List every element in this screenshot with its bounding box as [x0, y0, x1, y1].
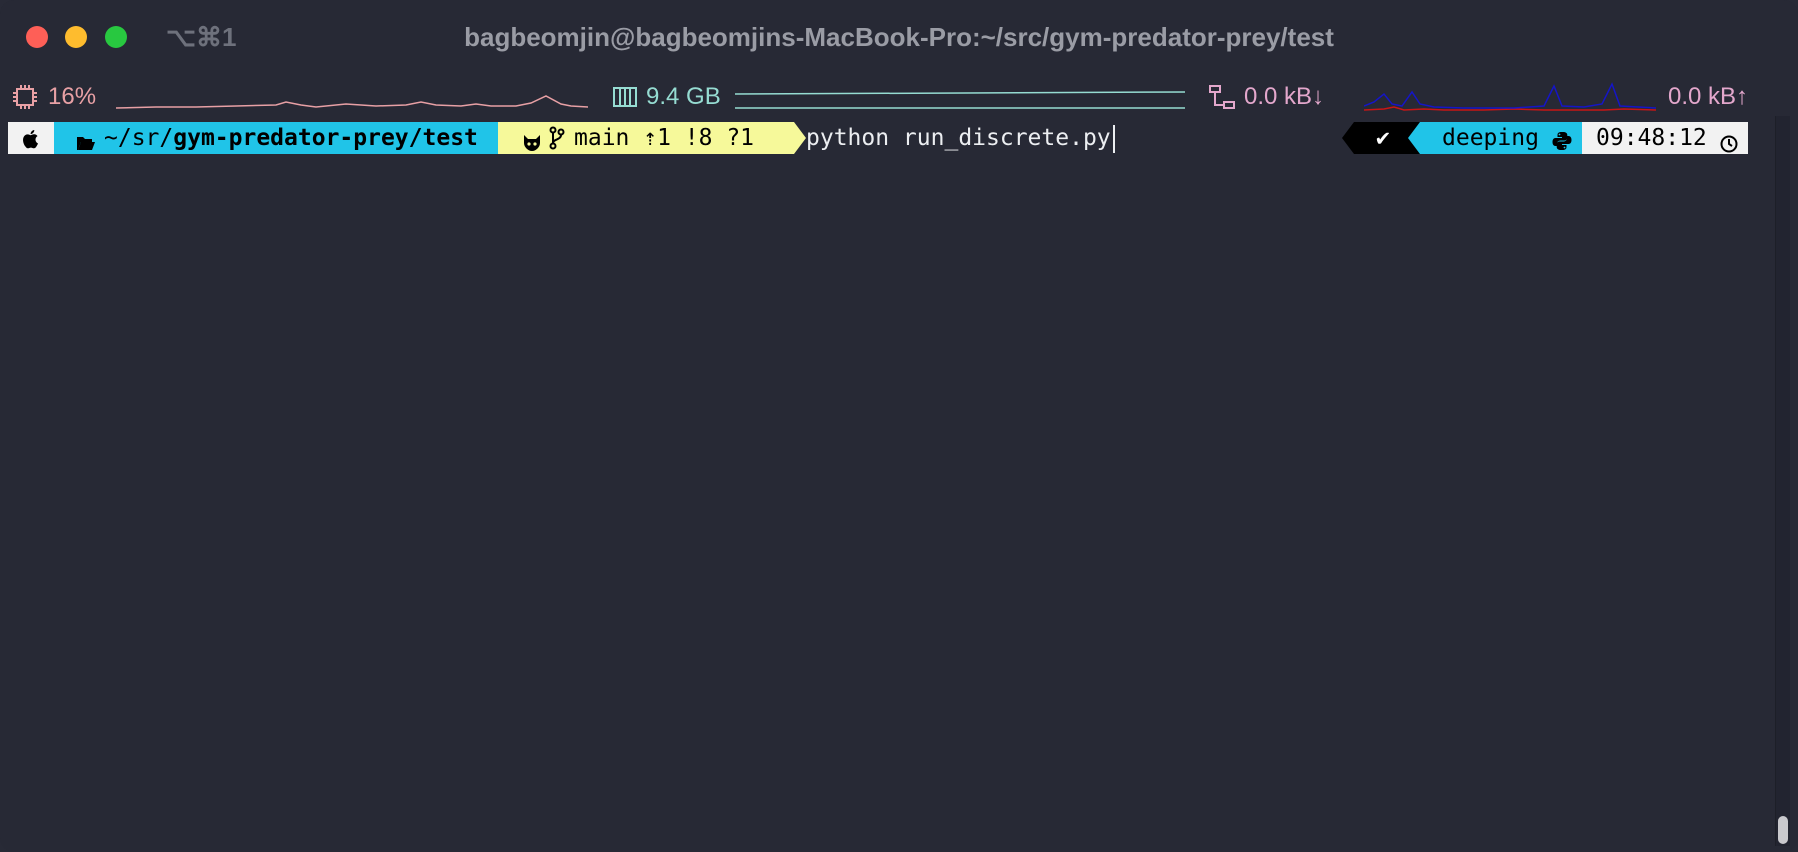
network-up: 0.0 kB↑: [1668, 83, 1749, 110]
cpu-usage: 16%: [48, 83, 97, 110]
python-icon: [1552, 128, 1572, 160]
conda-env-segment: deeping: [1420, 122, 1582, 154]
cpu-graph: [116, 95, 588, 109]
path-current: gym-predator-prey/test: [173, 125, 478, 151]
title-bar: ⌥⌘1 bagbeomjin@bagbeomjins-MacBook-Pro:~…: [0, 0, 1798, 74]
folder-open-icon: [76, 129, 96, 161]
git-status: ⇡1 !8 ?1: [643, 125, 755, 151]
status-bar: 16% 9.4 GB 0.0 kB↓ 0.0 kB↑: [0, 78, 1798, 114]
command-input[interactable]: python run_discrete.py: [806, 122, 1115, 154]
memory-usage: 9.4 GB: [646, 83, 721, 110]
text-cursor: [1112, 124, 1115, 153]
time-segment: 09:48:12: [1582, 122, 1748, 154]
command-text: python run_discrete.py: [806, 125, 1111, 151]
memory-icon: [612, 84, 638, 115]
network-down: 0.0 kB↓: [1244, 83, 1325, 110]
network-icon: [1208, 84, 1236, 117]
clock-time: 09:48:12: [1596, 125, 1707, 151]
conda-env-name: deeping: [1442, 125, 1539, 151]
cpu-icon: [12, 84, 38, 115]
github-icon: [522, 129, 542, 161]
path-prefix: ~/sr/: [104, 125, 174, 151]
clock-icon: [1720, 130, 1738, 162]
scrollbar[interactable]: [1775, 116, 1790, 846]
terminal-window: ⌥⌘1 bagbeomjin@bagbeomjins-MacBook-Pro:~…: [0, 0, 1798, 852]
git-branch-name: main: [574, 125, 630, 151]
scrollbar-thumb[interactable]: [1778, 816, 1788, 844]
git-segment: main ⇡1 !8 ?1: [498, 122, 794, 154]
network-graph: [1364, 82, 1656, 111]
window-title: bagbeomjin@bagbeomjins-MacBook-Pro:~/src…: [464, 22, 1334, 52]
apple-icon: [20, 127, 42, 159]
prompt-line: ~/sr/gym-predator-prey/test main ⇡1 !8 ?…: [8, 122, 1748, 154]
path-segment: ~/sr/gym-predator-prey/test: [54, 122, 498, 154]
git-branch-icon: [548, 126, 566, 159]
check-icon: ✔: [1376, 125, 1390, 151]
os-segment: [8, 122, 54, 154]
memory-graph: [735, 91, 1185, 109]
